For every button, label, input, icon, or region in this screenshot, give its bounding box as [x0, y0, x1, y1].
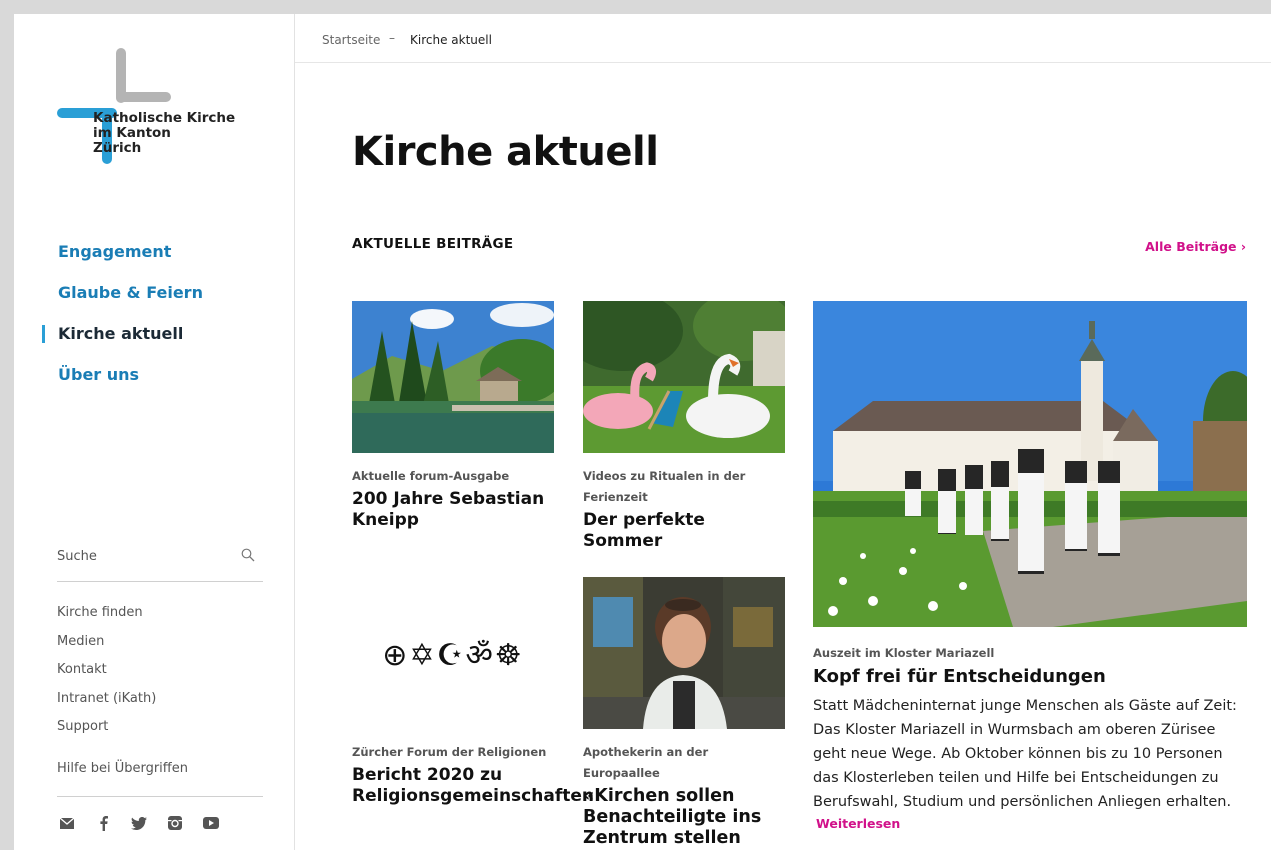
article-image-sommer	[583, 301, 785, 453]
link-support[interactable]: Support	[57, 718, 156, 747]
religion-symbols-icon: ⊕✡☪ॐ☸	[382, 637, 524, 673]
instagram-icon[interactable]	[166, 814, 184, 832]
social-links	[58, 814, 220, 832]
article-card-apothekerin[interactable]: Apothekerin an der Europaallee «Kirchen …	[583, 577, 785, 849]
search-label: Suche	[57, 549, 97, 564]
mail-icon[interactable]	[58, 814, 76, 832]
article-card-kneipp[interactable]: Aktuelle forum-Ausgabe 200 Jahre Sebasti…	[352, 301, 554, 531]
link-medien[interactable]: Medien	[57, 633, 156, 662]
link-hilfe-uebergriffe[interactable]: Hilfe bei Übergriffen	[57, 760, 188, 789]
facebook-icon[interactable]	[94, 814, 112, 832]
nav-item-engagement[interactable]: Engagement	[58, 242, 203, 283]
twitter-icon[interactable]	[130, 814, 148, 832]
article-image-kloster	[813, 301, 1247, 627]
article-card-religionen[interactable]: ⊕✡☪ॐ☸ Zürcher Forum der Religionen Beric…	[352, 577, 594, 807]
article-image-apothekerin	[583, 577, 785, 729]
link-intranet[interactable]: Intranet (iKath)	[57, 690, 156, 719]
article-kicker: Zürcher Forum der Religionen	[352, 745, 547, 759]
logo-text: Katholische Kirche im Kanton Zürich	[93, 110, 236, 156]
search-icon[interactable]	[241, 548, 255, 562]
sidebar: Katholische Kirche im Kanton Zürich Enga…	[14, 14, 295, 850]
article-image-kneipp	[352, 301, 554, 453]
article-teaser: Statt Mädcheninternat junge Menschen als…	[813, 698, 1237, 810]
article-title[interactable]: 200 Jahre Sebastian Kneipp	[352, 489, 554, 531]
main-nav: Engagement Glaube & Feiern Kirche aktuel…	[42, 242, 203, 406]
browser-viewport: Katholische Kirche im Kanton Zürich Enga…	[14, 14, 1271, 850]
sidebar-divider	[57, 796, 263, 797]
utility-links: Kirche finden Medien Kontakt Intranet (i…	[57, 604, 188, 776]
article-title[interactable]: Kopf frei für Entscheidungen	[813, 666, 1247, 687]
article-kicker: Aktuelle forum-Ausgabe	[352, 469, 510, 483]
article-kicker: Auszeit im Kloster Mariazell	[813, 646, 995, 660]
article-title[interactable]: Der perfekte Sommer	[583, 510, 785, 552]
featured-article-card[interactable]: Auszeit im Kloster Mariazell Kopf frei f…	[813, 301, 1247, 831]
link-kirche-finden[interactable]: Kirche finden	[57, 604, 156, 633]
breadcrumb-home[interactable]: Startseite	[322, 33, 380, 47]
nav-item-glaube-feiern[interactable]: Glaube & Feiern	[58, 283, 203, 324]
breadcrumb: Startseite – Kirche aktuell	[295, 14, 1271, 63]
search-field[interactable]: Suche	[57, 544, 263, 582]
article-card-sommer[interactable]: Videos zu Ritualen in der Ferienzeit Der…	[583, 301, 785, 552]
read-more-link[interactable]: Weiterlesen	[813, 816, 1247, 831]
breadcrumb-separator: –	[389, 31, 395, 45]
article-title[interactable]: «Kirchen sollen Benachteiligte ins Zentr…	[583, 786, 783, 849]
nav-item-kirche-aktuell[interactable]: Kirche aktuell	[42, 324, 203, 365]
page-title: Kirche aktuell	[352, 129, 659, 175]
youtube-icon[interactable]	[202, 814, 220, 832]
link-kontakt[interactable]: Kontakt	[57, 661, 156, 690]
nav-item-ueber-uns[interactable]: Über uns	[58, 365, 203, 406]
breadcrumb-current: Kirche aktuell	[410, 33, 492, 47]
all-posts-link[interactable]: Alle Beiträge ›	[1145, 239, 1246, 254]
article-kicker: Apothekerin an der Europaallee	[583, 745, 709, 780]
section-title: AKTUELLE BEITRÄGE	[352, 236, 514, 252]
article-title[interactable]: Bericht 2020 zu Religionsgemeinschaften	[352, 765, 594, 807]
article-kicker: Videos zu Ritualen in der Ferienzeit	[583, 469, 746, 504]
